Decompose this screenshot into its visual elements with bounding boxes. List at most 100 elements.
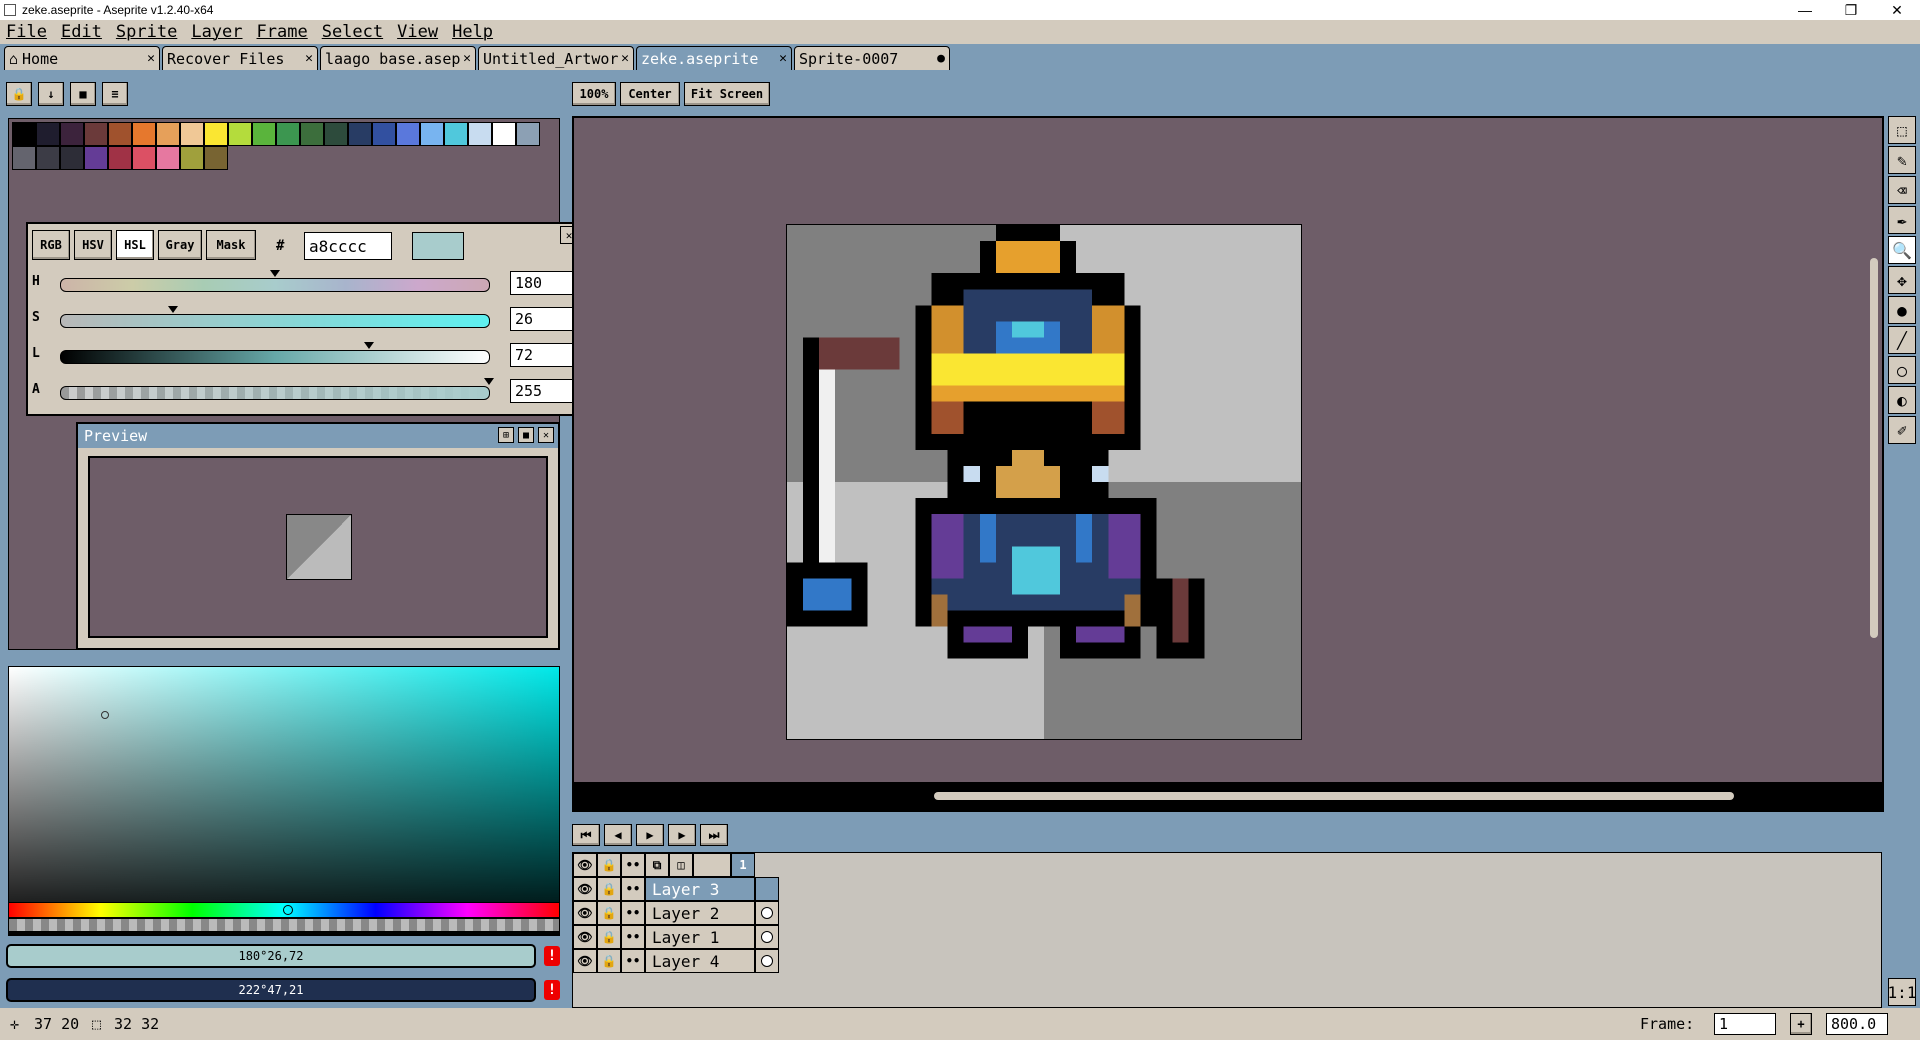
lock-header-icon[interactable]: 🔒 xyxy=(597,853,621,877)
close-icon[interactable]: ✕ xyxy=(538,427,554,443)
modified-dot-icon[interactable]: ● xyxy=(937,51,945,66)
palette-swatch[interactable] xyxy=(276,122,300,146)
tab-recover-files[interactable]: Recover Files ✕ xyxy=(162,46,318,70)
palette-swatch[interactable] xyxy=(444,122,468,146)
hex-input[interactable]: a8cccc xyxy=(304,232,392,260)
alpha-bar[interactable] xyxy=(8,918,560,932)
palette-swatch[interactable] xyxy=(108,122,132,146)
download-icon[interactable]: ↓ xyxy=(38,82,64,106)
palette-swatch[interactable] xyxy=(348,122,372,146)
palette-swatch[interactable] xyxy=(252,122,276,146)
palette-swatch[interactable] xyxy=(156,146,180,170)
ratio-button[interactable]: 1:1 xyxy=(1888,978,1916,1006)
tab-sprite-0007[interactable]: Sprite-0007 ● xyxy=(794,46,950,70)
onion-skin-icon[interactable]: ◫ xyxy=(669,853,693,877)
zoom-100-button[interactable]: 100% xyxy=(572,82,616,106)
visibility-header-icon[interactable]: 👁 xyxy=(573,853,597,877)
palette-swatch[interactable] xyxy=(300,122,324,146)
alpha-value-field[interactable]: 255 xyxy=(510,379,574,403)
visibility-icon[interactable]: 👁 xyxy=(573,949,597,973)
menu-edit[interactable]: Edit xyxy=(61,22,102,42)
first-frame-icon[interactable]: ⏮ xyxy=(572,824,600,846)
lock-icon[interactable]: 🔒 xyxy=(597,901,621,925)
preview-maximize-icon[interactable]: ■ xyxy=(518,427,534,443)
frame-input[interactable]: 1 xyxy=(1714,1013,1776,1035)
lightness-value-field[interactable]: 72 xyxy=(510,343,574,367)
warning-icon[interactable]: ! xyxy=(544,980,560,1000)
close-tab-icon[interactable]: ✕ xyxy=(779,51,787,66)
saturation-value-field[interactable]: 26 xyxy=(510,307,574,331)
hue-bar[interactable] xyxy=(8,902,560,918)
palette-swatch[interactable] xyxy=(468,122,492,146)
foreground-color-button[interactable]: 180°26,72 xyxy=(6,944,536,968)
cel-empty[interactable] xyxy=(755,877,779,901)
last-frame-icon[interactable]: ⏭ xyxy=(700,824,728,846)
fit-screen-button[interactable]: Fit Screen xyxy=(684,82,770,106)
close-tab-icon[interactable]: ✕ xyxy=(305,51,313,66)
pencil-tool-icon[interactable]: ✎ xyxy=(1888,146,1916,174)
visibility-icon[interactable]: 👁 xyxy=(573,925,597,949)
palette-swatch[interactable] xyxy=(396,122,420,146)
visibility-icon[interactable]: 👁 xyxy=(573,877,597,901)
tab-untitled-artwork[interactable]: Untitled_Artwor ✕ xyxy=(478,46,634,70)
move-tool-icon[interactable]: ✥ xyxy=(1888,266,1916,294)
layer-row[interactable]: 👁 🔒 •• Layer 2 xyxy=(573,901,779,925)
palette-swatch[interactable] xyxy=(420,122,444,146)
slider-handle-icon[interactable] xyxy=(364,342,374,349)
palette-swatch[interactable] xyxy=(108,146,132,170)
close-tab-icon[interactable]: ✕ xyxy=(147,51,155,66)
vertical-scrollbar[interactable] xyxy=(1870,258,1878,638)
palette-swatch[interactable] xyxy=(132,146,156,170)
horizontal-scrollbar[interactable] xyxy=(934,792,1734,800)
ellipse-tool-icon[interactable]: ◯ xyxy=(1888,356,1916,384)
lock-icon[interactable]: 🔒 xyxy=(597,949,621,973)
palette-swatch[interactable] xyxy=(372,122,396,146)
previous-frame-icon[interactable]: ◀ xyxy=(604,824,632,846)
minimize-button[interactable]: — xyxy=(1782,2,1828,19)
palette-swatch[interactable] xyxy=(492,122,516,146)
link-header-icon[interactable]: ⧉ xyxy=(645,853,669,877)
mode-rgb-button[interactable]: RGB xyxy=(32,230,70,260)
fill-tool-icon[interactable]: ● xyxy=(1888,296,1916,324)
palette-swatch[interactable] xyxy=(324,122,348,146)
continuous-icon[interactable]: •• xyxy=(621,925,645,949)
palette-swatch[interactable] xyxy=(84,122,108,146)
saturation-slider[interactable]: S 26 xyxy=(28,304,580,332)
play-icon[interactable]: ▶ xyxy=(636,824,664,846)
slider-handle-icon[interactable] xyxy=(168,306,178,313)
palette-swatch[interactable] xyxy=(12,122,36,146)
slider-handle-icon[interactable] xyxy=(270,270,280,277)
palette-swatch[interactable] xyxy=(36,146,60,170)
palette-swatch[interactable] xyxy=(204,146,228,170)
tab-home[interactable]: ⌂ Home ✕ xyxy=(4,46,160,70)
contour-tool-icon[interactable]: ◐ xyxy=(1888,386,1916,414)
layer-name[interactable]: Layer 3 xyxy=(645,877,755,901)
menu-help[interactable]: Help xyxy=(452,22,493,42)
alpha-slider[interactable]: A 255 xyxy=(28,376,580,404)
frame-number-header[interactable]: 1 xyxy=(731,853,755,877)
mode-hsl-button[interactable]: HSL xyxy=(116,230,154,260)
eraser-tool-icon[interactable]: ⌫ xyxy=(1888,176,1916,204)
layer-row[interactable]: 👁 🔒 •• Layer 3 xyxy=(573,877,779,901)
menu-select[interactable]: Select xyxy=(322,22,383,42)
sprite-canvas[interactable] xyxy=(786,224,1302,740)
continuous-icon[interactable]: •• xyxy=(621,901,645,925)
hue-slider[interactable]: H 180 xyxy=(28,268,580,296)
palette-swatch[interactable] xyxy=(204,122,228,146)
next-frame-icon[interactable]: ▶ xyxy=(668,824,696,846)
menu-layer[interactable]: Layer xyxy=(191,22,242,42)
layer-name[interactable]: Layer 2 xyxy=(645,901,755,925)
visibility-icon[interactable]: 👁 xyxy=(573,901,597,925)
color-picker-area[interactable] xyxy=(8,666,560,936)
preview-zoom-icon[interactable]: ⊞ xyxy=(498,427,514,443)
zoom-tool-icon[interactable]: 🔍 xyxy=(1888,236,1916,264)
background-color-button[interactable]: 222°47,21 xyxy=(6,978,536,1002)
layer-name[interactable]: Layer 1 xyxy=(645,925,755,949)
cel[interactable] xyxy=(755,901,779,925)
line-tool-icon[interactable]: ╱ xyxy=(1888,326,1916,354)
palette-swatch[interactable] xyxy=(36,122,60,146)
layer-name[interactable]: Layer 4 xyxy=(645,949,755,973)
mode-mask-button[interactable]: Mask xyxy=(206,230,256,260)
continuous-icon[interactable]: •• xyxy=(621,877,645,901)
selection-tool-icon[interactable]: ⬚ xyxy=(1888,116,1916,144)
